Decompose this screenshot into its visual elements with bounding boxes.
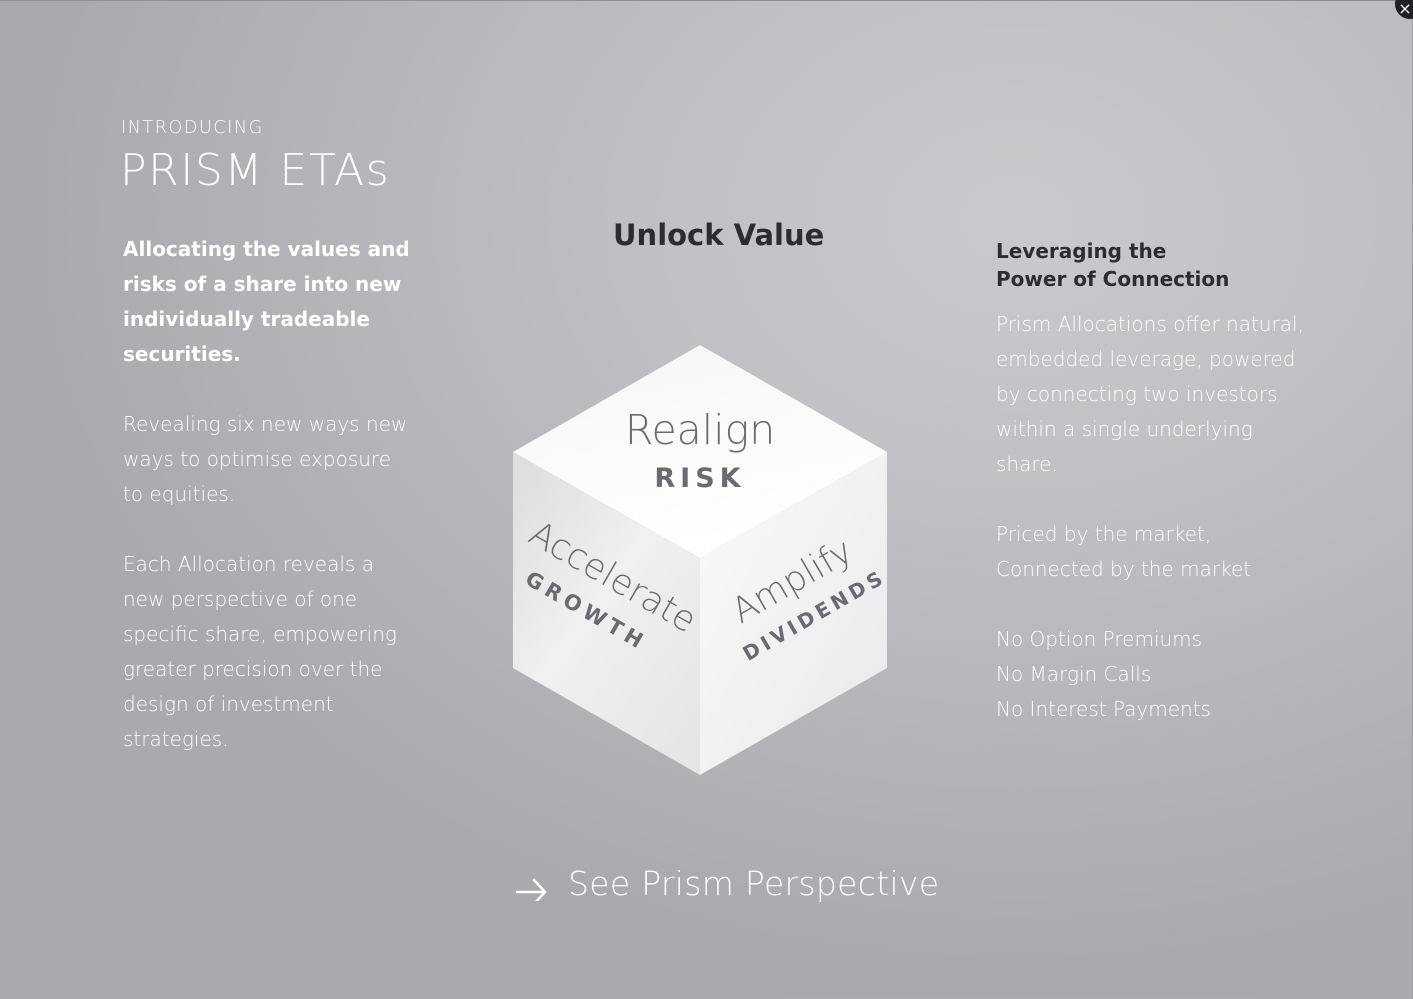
right-heading: Leveraging the Power of Connection	[996, 237, 1229, 293]
center-title: Unlock Value	[613, 218, 825, 252]
paragraph-ways: Revealing six new ways new ways to optim…	[123, 412, 408, 506]
benefit-item: No Margin Calls	[996, 662, 1152, 686]
modal-top-border	[0, 0, 1413, 1]
left-column: Allocating the values and risks of a sha…	[123, 232, 413, 792]
close-button[interactable]: ×	[1395, 0, 1413, 19]
benefits-list: No Option Premiums No Margin Calls No In…	[996, 622, 1316, 727]
market-paragraph: Priced by the market, Connected by the m…	[996, 517, 1316, 587]
page-title: PRISM ETAs	[120, 145, 391, 196]
benefit-item: No Interest Payments	[996, 697, 1211, 721]
cta-label: See Prism Perspective	[568, 864, 940, 903]
cube-top-verb: Realign	[625, 406, 775, 454]
see-prism-perspective-link[interactable]: See Prism Perspective	[514, 864, 939, 903]
market-line-2: Connected by the market	[996, 557, 1252, 581]
prism-cube: Realign RISK Accelerate GROWTH Amplify D…	[510, 345, 890, 780]
market-line-1: Priced by the market,	[996, 522, 1212, 546]
intro-kicker: INTRODUCING	[121, 118, 264, 138]
paragraph-allocation: Each Allocation reveals a new perspectiv…	[123, 552, 397, 751]
leverage-paragraph: Prism Allocations offer natural, embedde…	[996, 312, 1304, 476]
right-heading-line-1: Leveraging the	[996, 239, 1167, 263]
right-column: Prism Allocations offer natural, embedde…	[996, 307, 1316, 762]
benefit-item: No Option Premiums	[996, 627, 1203, 651]
right-heading-line-2: Power of Connection	[996, 267, 1230, 291]
close-icon: ×	[1398, 0, 1412, 18]
cube-top-noun: RISK	[654, 463, 745, 494]
arrow-right-icon	[515, 878, 547, 901]
lead-paragraph: Allocating the values and risks of a sha…	[123, 237, 410, 366]
